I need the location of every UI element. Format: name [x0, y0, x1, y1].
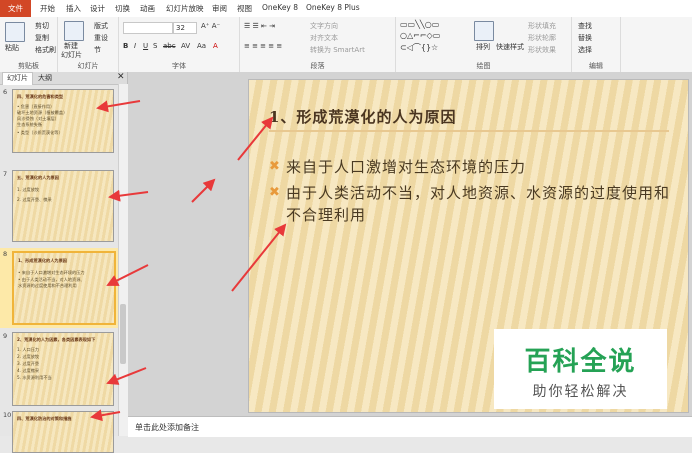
annotation-arrow [108, 189, 149, 202]
annotation-arrow [90, 409, 121, 422]
annotation-arrows [90, 100, 287, 422]
annotation-arrow [106, 264, 149, 286]
annotation-arrow [231, 223, 287, 292]
annotation-arrow [96, 100, 141, 113]
annotation-arrow [237, 116, 274, 161]
annotation-arrow [191, 178, 216, 203]
annotation-arrow [106, 367, 147, 385]
